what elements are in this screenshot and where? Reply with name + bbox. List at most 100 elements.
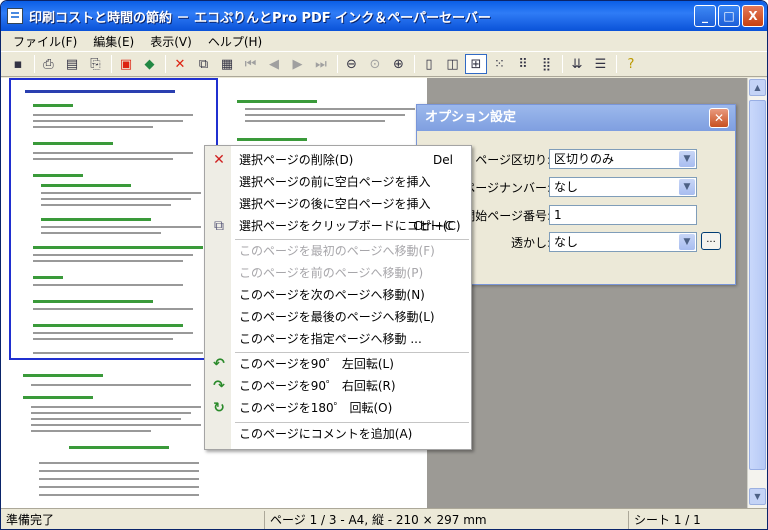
menu-view[interactable]: 表示(V) [142,33,200,50]
maximize-button[interactable]: □ [718,5,740,27]
toolbar: ▪ ⎙ ▤ ⎘ ▣ ◆ ✕ ⧉ ▦ ⏮ ◀ ▶ ⏭ ⊖ ⊙ ⊕ ▯ ◫ ⊞ ⁙ … [1,51,767,77]
grid8-icon[interactable]: ⠿ [512,54,534,74]
close-button[interactable]: X [742,5,764,27]
eco-icon[interactable]: ◆ [139,54,161,74]
minimize-icon: _ [702,9,708,23]
printer-settings-icon[interactable]: ⎘ [85,54,107,74]
paste-icon[interactable]: ▦ [216,54,238,74]
page-break-value: 区切りのみ [554,152,615,166]
menu-item-label: このページにコメントを追加(A) [239,427,413,441]
menu-item-label: このページを指定ページへ移動 ... [239,332,422,346]
zoom-reset-icon[interactable]: ⊙ [364,54,386,74]
zoom-out-icon[interactable]: ⊖ [341,54,363,74]
page-thumbnail-3[interactable] [9,368,218,508]
menu-item-add-comment[interactable]: このページにコメントを追加(A) [205,423,471,445]
grid12-icon[interactable]: ⣿ [536,54,558,74]
menu-item-label: このページを180゜ 回転(O) [239,401,393,415]
menu-item-shortcut: Del [433,153,453,167]
dialog-close-button[interactable]: ✕ [709,108,729,128]
menu-item-label: このページを90゜ 左回転(L) [239,357,394,371]
menu-item-rotate-180[interactable]: ↻ このページを180゜ 回転(O) [205,397,471,419]
menu-item-label: このページを最初のページへ移動(F) [239,244,435,258]
toolbar-separator [414,55,415,73]
watermark-label: 透かし: [510,236,551,250]
rotate-left-icon: ↶ [213,356,225,372]
toolbar-separator [336,55,338,73]
minimize-button[interactable]: _ [694,5,716,27]
scroll-down-icon[interactable]: ▼ [749,488,766,505]
menu-item-rotate-left[interactable]: ↶ このページを90゜ 左回転(L) [205,353,471,375]
pdf-icon[interactable]: ▣ [115,54,137,74]
close-icon: ✕ [713,111,725,125]
print-icon[interactable]: ⎙ [38,54,60,74]
close-icon: X [748,9,758,23]
menu-help[interactable]: ヘルプ(H) [200,33,270,50]
menu-item-move-next[interactable]: このページを次のページへ移動(N) [205,284,471,306]
menu-item-label: このページを最後のページへ移動(L) [239,310,435,324]
chevron-down-icon[interactable]: ▼ [679,179,695,195]
page-thumbnail-1[interactable] [9,78,218,360]
app-icon[interactable] [7,8,23,24]
menu-item-label: 選択ページの後に空白ページを挿入 [239,197,431,211]
scroll-up-icon[interactable]: ▲ [749,79,766,96]
menu-item-move-to[interactable]: このページを指定ページへ移動 ... [205,328,471,350]
save-icon[interactable]: ▪ [7,54,29,74]
grid6-icon[interactable]: ⁙ [489,54,511,74]
menu-item-insert-before[interactable]: 選択ページの前に空白ページを挿入 [205,171,471,193]
menu-bar: ファイル(F) 編集(E) 表示(V) ヘルプ(H) [1,31,767,51]
prev-page-icon[interactable]: ◀ [263,54,285,74]
rotate-180-icon: ↻ [213,400,225,416]
zoom-in-icon[interactable]: ⊕ [388,54,410,74]
dialog-title[interactable]: オプション設定 [417,105,735,131]
page-break-select[interactable]: 区切りのみ ▼ [549,149,697,169]
toolbar-separator [562,55,563,73]
grid4-icon[interactable]: ⊞ [465,54,487,74]
menu-item-shortcut: Ctrl+C [413,219,453,233]
start-page-input[interactable]: 1 [549,205,697,225]
last-page-icon[interactable]: ⏭ [310,54,332,74]
copy-icon: ⧉ [214,218,224,234]
menu-file[interactable]: ファイル(F) [5,33,85,50]
start-page-label: 開始ページ番号: [463,209,551,223]
page-number-value: なし [554,180,579,194]
help-icon[interactable]: ? [620,54,642,74]
toolbar-separator [616,55,617,73]
first-page-icon[interactable]: ⏮ [240,54,262,74]
window-title: 印刷コストと時間の節約 － エコぷりんとPro PDF インク＆ペーパーセーバー [29,10,491,26]
status-page-info: ページ 1 / 3 - A4, 縦 - 210 × 297 mm [265,510,629,529]
menu-item-label: このページを90゜ 右回転(R) [239,379,396,393]
page-number-label: ページナンバー: [463,181,551,195]
menu-item-move-last[interactable]: このページを最後のページへ移動(L) [205,306,471,328]
page-break-label: ページ区切り: [475,153,551,167]
start-page-value: 1 [554,208,562,222]
two-page-icon[interactable]: ◫ [442,54,464,74]
delete-icon[interactable]: ✕ [169,54,191,74]
chevron-down-icon[interactable]: ▼ [679,234,695,250]
single-page-icon[interactable]: ▯ [418,54,440,74]
watermark-select[interactable]: なし ▼ [549,232,697,252]
status-ready: 準備完了 [1,510,265,529]
next-page-icon[interactable]: ▶ [287,54,309,74]
toolbar-separator [111,55,112,73]
vertical-scrollbar[interactable]: ▲ ▼ [747,78,767,508]
print-preview-icon[interactable]: ▤ [61,54,83,74]
menu-item-label: このページを前のページへ移動(P) [239,266,424,280]
sort-icon[interactable]: ⇊ [566,54,588,74]
copy-icon[interactable]: ⧉ [193,54,215,74]
watermark-value: なし [554,235,579,249]
chevron-down-icon[interactable]: ▼ [679,151,695,167]
maximize-icon: □ [723,9,735,23]
status-sheet: シート 1 / 1 [634,512,701,527]
menu-edit[interactable]: 編集(E) [85,33,142,50]
menu-item-insert-after[interactable]: 選択ページの後に空白ページを挿入 [205,193,471,215]
menu-item-label: 選択ページの前に空白ページを挿入 [239,175,431,189]
menu-item-rotate-right[interactable]: ↷ このページを90゜ 右回転(R) [205,375,471,397]
title-bar[interactable]: 印刷コストと時間の節約 － エコぷりんとPro PDF インク＆ペーパーセーバー… [1,1,767,31]
page-number-select[interactable]: なし ▼ [549,177,697,197]
list-icon[interactable]: ☰ [590,54,612,74]
scroll-thumb[interactable] [749,100,766,470]
menu-item-move-prev: このページを前のページへ移動(P) [205,262,471,284]
menu-item-copy-clipboard[interactable]: ⧉ 選択ページをクリップボードにコピー(C) Ctrl+C [205,215,471,237]
watermark-more-button[interactable]: ... [701,232,721,250]
menu-item-delete-page[interactable]: ✕ 選択ページの削除(D) Del [205,149,471,171]
